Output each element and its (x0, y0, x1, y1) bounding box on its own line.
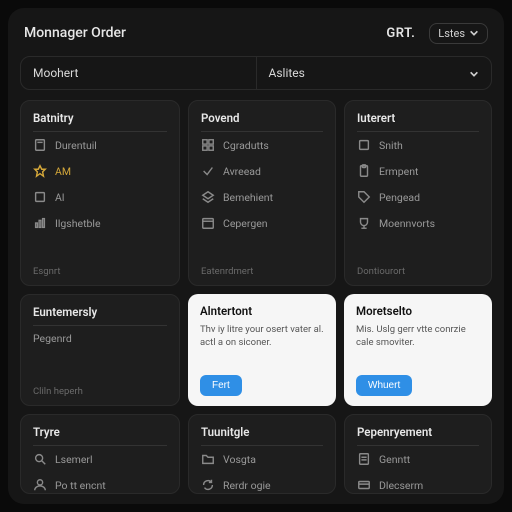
item-label: Pengead (379, 191, 420, 204)
lists-dropdown[interactable]: Lstes (429, 23, 488, 44)
item-label: Pegenrd (33, 332, 72, 345)
tab-label: Moohert (33, 66, 78, 80)
item-label: Avreead (223, 165, 261, 178)
list-item[interactable]: Genntt (357, 446, 479, 472)
panel-title: Batnitry (33, 111, 167, 132)
list-item[interactable]: Pegenrd (33, 326, 167, 351)
tab-label: Aslites (269, 66, 305, 80)
item-label: Cgradutts (223, 139, 269, 152)
list-item[interactable]: Bemehient (201, 184, 323, 210)
clipboard-icon (357, 164, 371, 178)
panel-povend: Povend Cgradutts Avreead Bemehient Ceper… (188, 100, 336, 286)
topbar-right: GRT. Lstes (386, 23, 488, 44)
item-label: Genntt (379, 453, 410, 466)
item-label: Vosgta (223, 453, 256, 466)
panel-footnote: Eatenrdmert (201, 262, 323, 277)
list-item[interactable]: Cepergen (201, 210, 323, 236)
note-icon (357, 452, 371, 466)
panel-footnote: Cliln heperh (33, 382, 167, 397)
page-title: Monnager Order (24, 25, 126, 41)
panel-title: Tuunitgle (201, 425, 323, 446)
list-item[interactable]: Cgradutts (201, 132, 323, 158)
document-icon (33, 138, 47, 152)
item-label: Ilgshetble (55, 217, 101, 230)
list-item[interactable]: Ermpent (357, 158, 479, 184)
user-icon (33, 478, 47, 492)
item-label: Bemehient (223, 191, 273, 204)
card-icon (357, 478, 371, 492)
tag-icon (357, 190, 371, 204)
item-label: AM (55, 165, 71, 178)
item-label: Po tt encnt (55, 479, 106, 492)
panel-title: Pepenryement (357, 425, 479, 446)
tab-aslites[interactable]: Aslites (256, 57, 492, 89)
search-icon (33, 452, 47, 466)
brand-logo: GRT. (386, 26, 415, 41)
card-alntertont: Alntertont Thv iy litre your osert vater… (188, 294, 336, 406)
list-item[interactable]: Pengead (357, 184, 479, 210)
sidebar-batnitry: Batnitry Durentuil AM Al Ilgshetble Esgn… (20, 100, 180, 286)
card-moretselto: Moretselto Mis. Uslg gerr vtte conrzie c… (344, 294, 492, 406)
sidebar-item[interactable]: Ilgshetble (33, 210, 167, 236)
tab-row: Moohert Aslites (20, 56, 492, 90)
panel-tuunitgle: Tuunitgle Vosgta Rerdr ogie (188, 414, 336, 494)
list-item[interactable]: Moennvorts (357, 210, 479, 236)
item-label: Snith (379, 139, 403, 152)
panel-title: Tryre (33, 425, 167, 446)
card-title: Alntertont (200, 304, 324, 318)
sidebar-item[interactable]: AM (33, 158, 167, 184)
trophy-icon (357, 216, 371, 230)
item-label: Dlecserm (379, 479, 423, 492)
item-label: Moennvorts (379, 217, 435, 230)
item-label: Rerdr ogie (223, 479, 271, 492)
list-item[interactable]: Vosgta (201, 446, 323, 472)
calendar-icon (201, 216, 215, 230)
card-title: Moretselto (356, 304, 480, 318)
list-item[interactable]: Avreead (201, 158, 323, 184)
app-frame: Monnager Order GRT. Lstes Moohert Aslite… (8, 8, 504, 504)
panel-pepenryement: Pepenryement Genntt Dlecserm (344, 414, 492, 494)
sidebar-item[interactable]: Durentuil (33, 132, 167, 158)
main-grid: Batnitry Durentuil AM Al Ilgshetble Esgn… (20, 100, 492, 494)
item-label: Al (55, 191, 64, 204)
chevron-down-icon (469, 28, 479, 38)
lists-dropdown-label: Lstes (438, 27, 465, 40)
card-primary-button[interactable]: Fert (200, 375, 242, 396)
list-item[interactable]: Rerdr ogie (201, 472, 323, 494)
chevron-down-icon (469, 68, 479, 78)
panel-footnote: Esgnrt (33, 262, 167, 277)
item-label: Ermpent (379, 165, 418, 178)
bars-icon (33, 216, 47, 230)
list-item[interactable]: Po tt encnt (33, 472, 167, 494)
panel-title: Povend (201, 111, 323, 132)
sidebar-euntemersly: Euntemersly Pegenrd Cliln heperh (20, 294, 180, 406)
list-item[interactable]: Dlecserm (357, 472, 479, 494)
panel-tryre: Tryre Lsemerl Po tt encnt (20, 414, 180, 494)
item-label: Durentuil (55, 139, 97, 152)
sidebar-item[interactable]: Al (33, 184, 167, 210)
list-item[interactable]: Snith (357, 132, 479, 158)
panel-title: Iuterert (357, 111, 479, 132)
star-icon (33, 164, 47, 178)
layers-icon (201, 190, 215, 204)
panel-footnote: Dontiourort (357, 262, 479, 277)
grid-icon (201, 138, 215, 152)
square-icon (33, 190, 47, 204)
tab-moohert[interactable]: Moohert (21, 57, 256, 89)
box-icon (357, 138, 371, 152)
card-primary-button[interactable]: Whuert (356, 375, 412, 396)
folder-icon (201, 452, 215, 466)
item-label: Cepergen (223, 217, 268, 230)
panel-iuterert: Iuterert Snith Ermpent Pengead Moennvort… (344, 100, 492, 286)
panel-title: Euntemersly (33, 305, 167, 326)
refresh-icon (201, 478, 215, 492)
item-label: Lsemerl (55, 453, 93, 466)
topbar: Monnager Order GRT. Lstes (20, 18, 492, 48)
check-icon (201, 164, 215, 178)
card-body: Thv iy litre your osert vater al. actl a… (200, 324, 324, 350)
card-body: Mis. Uslg gerr vtte conrzie cale smovite… (356, 324, 480, 350)
list-item[interactable]: Lsemerl (33, 446, 167, 472)
